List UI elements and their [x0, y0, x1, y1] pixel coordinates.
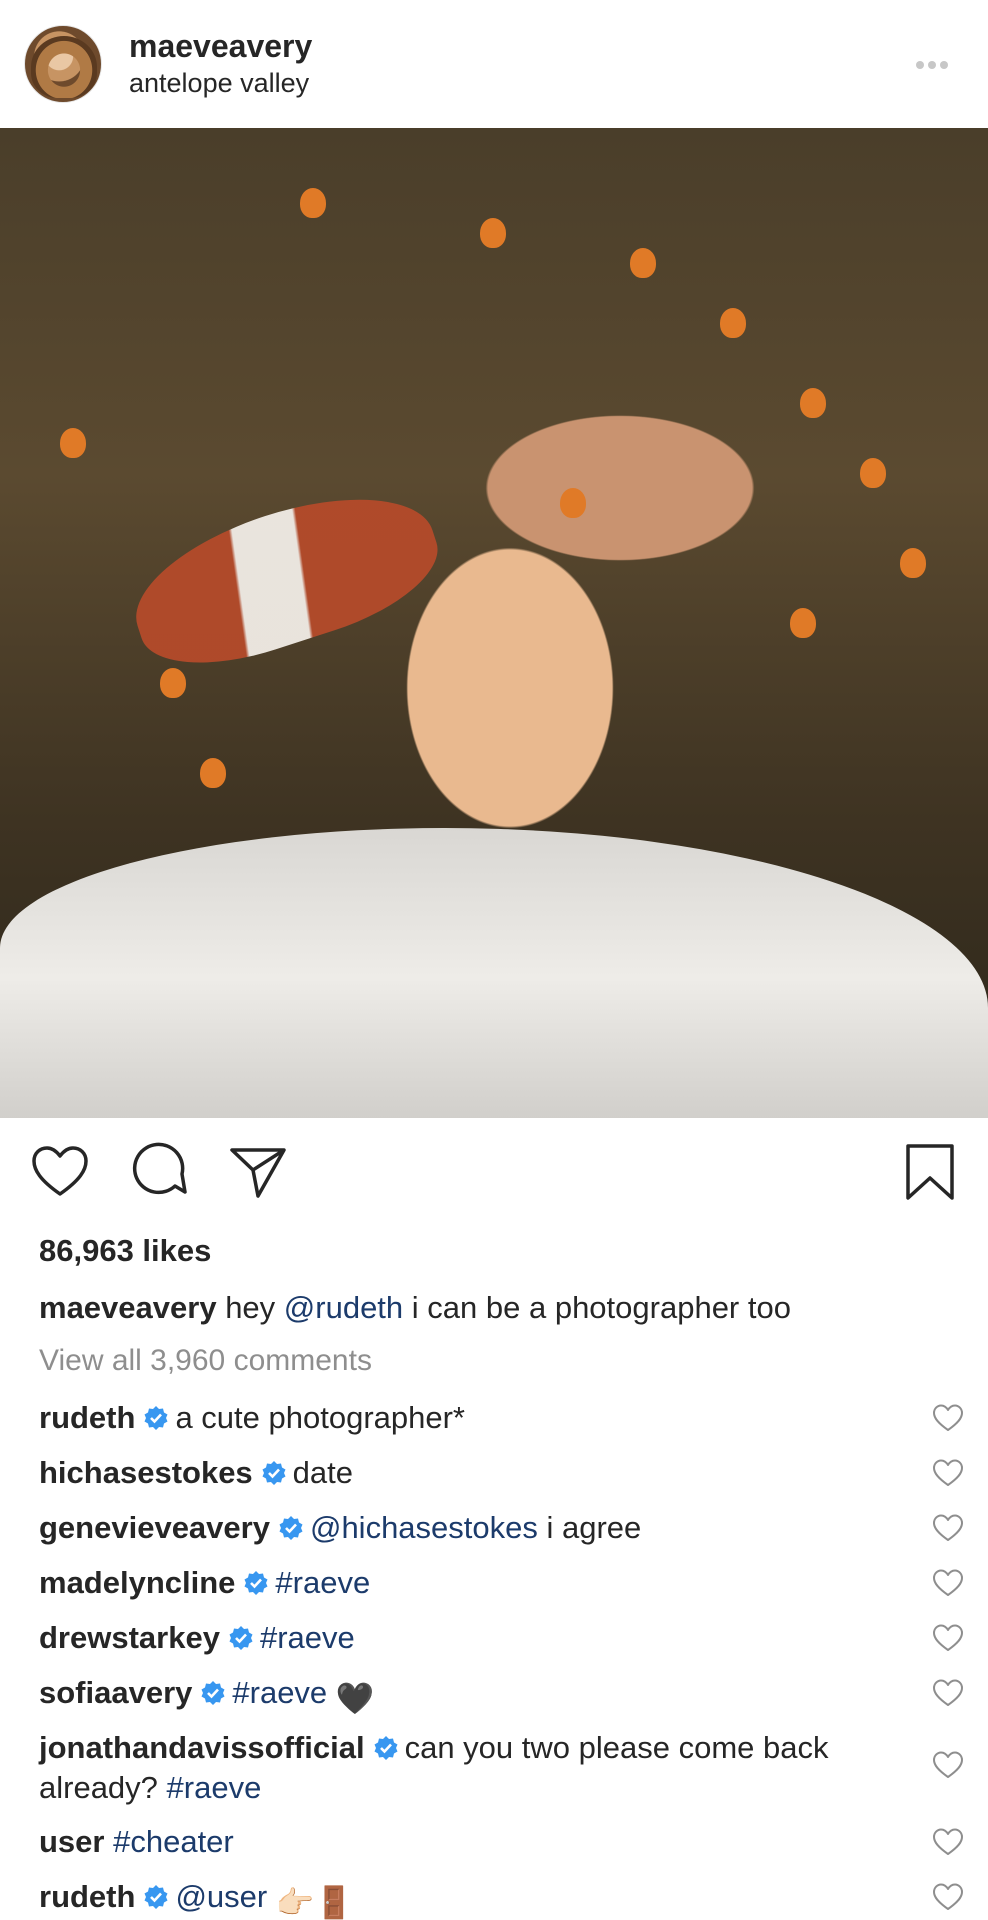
verified-badge-icon	[229, 1626, 253, 1650]
comment-username[interactable]: sofiaavery	[39, 1675, 192, 1710]
comment-username[interactable]: drewstarkey	[39, 1620, 220, 1655]
comment-row: hichasestokes date	[39, 1453, 919, 1493]
caption-username[interactable]: maeveavery	[39, 1290, 217, 1325]
caption: maeveavery hey @rudeth i can be a photog…	[39, 1288, 919, 1328]
comment-like-heart-icon[interactable]	[932, 1513, 964, 1543]
comment-username[interactable]: user	[39, 1824, 104, 1859]
verified-badge-icon	[201, 1681, 225, 1705]
caption-text: i can be a photographer too	[403, 1290, 791, 1325]
comment-row: rudeth @user 👉🏻🚪	[39, 1877, 919, 1920]
mention-link[interactable]: @hichasestokes	[310, 1510, 538, 1545]
comment-text	[267, 1879, 276, 1914]
comment-like-heart-icon[interactable]	[932, 1750, 964, 1780]
comment-like-heart-icon[interactable]	[932, 1568, 964, 1598]
comment-row: jonathandavissofficial can you two please…	[39, 1728, 919, 1808]
post-location[interactable]: antelope valley	[129, 68, 309, 99]
comment-text: a cute photographer*	[175, 1400, 465, 1435]
comment-text: date	[292, 1455, 354, 1490]
share-icon[interactable]	[228, 1142, 288, 1202]
emoji: 🚪	[314, 1885, 354, 1920]
hashtag-link[interactable]: #raeve	[167, 1770, 262, 1805]
hashtag-link[interactable]: #raeve	[260, 1620, 355, 1655]
comment-username[interactable]: rudeth	[39, 1879, 135, 1914]
hashtag-link[interactable]: #cheater	[113, 1824, 234, 1859]
caption-text: hey	[225, 1290, 284, 1325]
verified-badge-icon	[279, 1516, 303, 1540]
verified-badge-icon	[144, 1406, 168, 1430]
emoji: 🖤	[335, 1681, 375, 1716]
comment-row: rudeth a cute photographer*	[39, 1398, 919, 1438]
avatar[interactable]	[24, 25, 102, 103]
likes-count[interactable]: 86,963 likes	[39, 1233, 211, 1269]
comment-username[interactable]: madelyncline	[39, 1565, 235, 1600]
post-photo[interactable]	[0, 128, 988, 1118]
comment-icon[interactable]	[130, 1142, 190, 1202]
comment-row: sofiaavery #raeve 🖤	[39, 1673, 919, 1719]
comment-like-heart-icon[interactable]	[932, 1827, 964, 1857]
comment-text	[327, 1675, 336, 1710]
comment-row: genevieveavery @hichasestokes i agree	[39, 1508, 919, 1548]
heart-icon[interactable]	[30, 1142, 90, 1202]
hashtag-link[interactable]: #raeve	[232, 1675, 327, 1710]
caption-mention[interactable]: @rudeth	[284, 1290, 403, 1325]
verified-badge-icon	[244, 1571, 268, 1595]
more-options-icon[interactable]	[916, 56, 956, 69]
comment-row: user #cheater	[39, 1822, 919, 1862]
comment-like-heart-icon[interactable]	[932, 1403, 964, 1433]
comment-like-heart-icon[interactable]	[932, 1678, 964, 1708]
comment-row: drewstarkey #raeve	[39, 1618, 919, 1658]
verified-badge-icon	[374, 1736, 398, 1760]
comment-text: i agree	[537, 1510, 642, 1545]
post-header: maeveavery antelope valley	[0, 0, 988, 128]
verified-badge-icon	[144, 1885, 168, 1909]
comment-like-heart-icon[interactable]	[932, 1623, 964, 1653]
comment-username[interactable]: hichasestokes	[39, 1455, 253, 1490]
post-username[interactable]: maeveavery	[129, 28, 312, 65]
comment-username[interactable]: jonathandavissofficial	[39, 1730, 365, 1765]
comment-row: madelyncline #raeve	[39, 1563, 919, 1603]
mention-link[interactable]: @user	[175, 1879, 267, 1914]
comment-username[interactable]: genevieveavery	[39, 1510, 270, 1545]
comment-like-heart-icon[interactable]	[932, 1458, 964, 1488]
hashtag-link[interactable]: #raeve	[275, 1565, 370, 1600]
emoji: 👉🏻	[275, 1885, 315, 1920]
bookmark-icon[interactable]	[900, 1142, 960, 1202]
comment-like-heart-icon[interactable]	[932, 1882, 964, 1912]
view-all-comments-link[interactable]: View all 3,960 comments	[39, 1344, 372, 1378]
verified-badge-icon	[262, 1461, 286, 1485]
comment-username[interactable]: rudeth	[39, 1400, 135, 1435]
